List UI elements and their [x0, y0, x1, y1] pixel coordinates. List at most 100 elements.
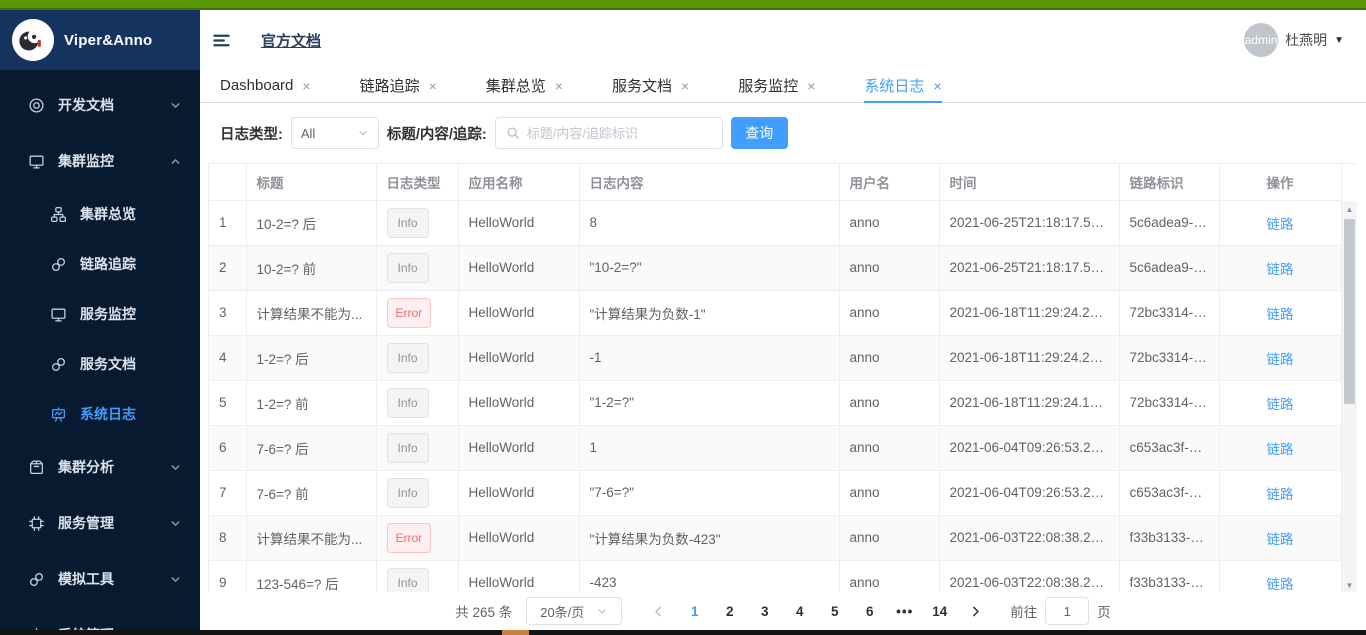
trace-id: f33b3133-6... [1119, 560, 1219, 592]
page-number[interactable]: 2 [716, 604, 743, 619]
close-icon[interactable]: × [429, 79, 437, 93]
tab-cluster-overview[interactable]: 集群总览× [486, 70, 563, 103]
user-name: anno [839, 335, 939, 380]
page-number[interactable]: 5 [821, 604, 848, 619]
row-index: 7 [209, 470, 246, 515]
scroll-down-icon[interactable]: ▼ [1342, 577, 1357, 592]
avatar[interactable]: admin [1244, 23, 1278, 57]
query-button[interactable]: 查询 [731, 117, 788, 149]
log-level-badge: Info [387, 478, 429, 508]
trace-link[interactable]: 链路 [1267, 487, 1294, 502]
trace-id: 5c6adea9-0... [1119, 245, 1219, 290]
log-title: 7-6=? 前 [246, 470, 376, 515]
log-level-badge: Error [387, 298, 432, 328]
brand[interactable]: Viper&Anno [0, 10, 200, 70]
log-content: -423 [579, 560, 839, 592]
user-menu[interactable]: admin 杜燕明 ▼ [1244, 23, 1344, 57]
tab-system-log[interactable]: 系统日志× [864, 70, 941, 103]
monitor-icon [50, 306, 67, 323]
official-docs-link[interactable]: 官方文档 [261, 30, 321, 51]
sidebar-item-cluster-monitor[interactable]: 集群监控 [0, 133, 200, 189]
total-count: 共 265 条 [455, 601, 512, 621]
sidebar-item-service-docs[interactable]: 服务文档 [0, 339, 200, 389]
log-level-badge: Error [387, 523, 432, 553]
log-level-cell: Info [376, 470, 458, 515]
page-number[interactable]: 1 [681, 604, 708, 619]
log-content: "计算结果为负数-423" [579, 515, 839, 560]
log-level-badge: Info [387, 568, 429, 593]
prev-page-button[interactable] [652, 605, 665, 618]
log-type-select[interactable]: All [291, 117, 379, 149]
column-header: 时间 [939, 164, 1119, 200]
log-title: 计算结果不能为... [246, 290, 376, 335]
row-index: 3 [209, 290, 246, 335]
column-header: 应用名称 [458, 164, 579, 200]
close-icon[interactable]: × [302, 79, 310, 93]
timestamp: 2021-06-03T22:08:38.239335 [939, 560, 1119, 592]
column-header: 日志类型 [376, 164, 458, 200]
table-row: 9123-546=? 后InfoHelloWorld-423anno2021-0… [209, 560, 1341, 592]
page-size-select[interactable]: 20条/页 [526, 597, 622, 625]
trace-link[interactable]: 链路 [1267, 262, 1294, 277]
trace-link[interactable]: 链路 [1267, 352, 1294, 367]
trace-link[interactable]: 链路 [1267, 532, 1294, 547]
action-cell: 链路 [1219, 515, 1341, 560]
app-name: HelloWorld [458, 425, 579, 470]
trace-link[interactable]: 链路 [1267, 577, 1294, 592]
sidebar-item-label: 服务管理 [58, 513, 169, 533]
scrollbar-thumb[interactable] [1344, 219, 1355, 404]
user-name: anno [839, 425, 939, 470]
sidebar-item-mock-tools[interactable]: 模拟工具 [0, 551, 200, 607]
log-type-label: 日志类型: [220, 123, 283, 144]
close-icon[interactable]: × [933, 79, 941, 93]
page-number[interactable]: 6 [856, 604, 883, 619]
brand-name: Viper&Anno [64, 32, 152, 49]
log-level-cell: Info [376, 200, 458, 245]
user-name: anno [839, 290, 939, 335]
hamburger-icon[interactable] [208, 27, 235, 54]
page-number[interactable]: 3 [751, 604, 778, 619]
trace-id: 5c6adea9-0... [1119, 200, 1219, 245]
close-icon[interactable]: × [807, 79, 815, 93]
jump-page-input[interactable] [1045, 597, 1089, 625]
more-pages-icon[interactable]: ••• [891, 604, 918, 619]
table-row: 41-2=? 后InfoHelloWorld-1anno2021-06-18T1… [209, 335, 1341, 380]
sidebar-item-trace[interactable]: 链路追踪 [0, 239, 200, 289]
table-scrollbar[interactable]: ▲ ▼ [1342, 201, 1357, 592]
timestamp: 2021-06-04T09:26:53.284887 [939, 470, 1119, 515]
log-content: -1 [579, 335, 839, 380]
sidebar: Viper&Anno 开发文档集群监控集群总览链路追踪服务监控服务文档系统日志集… [0, 10, 200, 635]
tab-trace[interactable]: 链路追踪× [360, 70, 437, 103]
next-page-button[interactable] [969, 605, 982, 618]
close-icon[interactable]: × [555, 79, 563, 93]
package-icon [28, 459, 45, 476]
tab-service-monitor[interactable]: 服务监控× [738, 70, 815, 103]
trace-link[interactable]: 链路 [1267, 397, 1294, 412]
trace-link[interactable]: 链路 [1267, 442, 1294, 457]
sidebar-item-service-management[interactable]: 服务管理 [0, 495, 200, 551]
search-input[interactable] [527, 126, 712, 141]
row-index: 6 [209, 425, 246, 470]
trace-link[interactable]: 链路 [1267, 217, 1294, 232]
page-number[interactable]: 4 [786, 604, 813, 619]
close-icon[interactable]: × [681, 79, 689, 93]
table-row: 77-6=? 前InfoHelloWorld"7-6=?"anno2021-06… [209, 470, 1341, 515]
tab-service-docs[interactable]: 服务文档× [612, 70, 689, 103]
log-title: 10-2=? 后 [246, 200, 376, 245]
timestamp: 2021-06-18T11:29:24.258778 [939, 335, 1119, 380]
log-content: "7-6=?" [579, 470, 839, 515]
trace-link[interactable]: 链路 [1267, 307, 1294, 322]
timestamp: 2021-06-04T09:26:53.291388 [939, 425, 1119, 470]
scroll-up-icon[interactable]: ▲ [1342, 201, 1357, 217]
row-index: 2 [209, 245, 246, 290]
page-number[interactable]: 14 [926, 604, 953, 619]
sidebar-item-cluster-overview[interactable]: 集群总览 [0, 189, 200, 239]
sidebar-item-cluster-analysis[interactable]: 集群分析 [0, 439, 200, 495]
sidebar-item-service-monitor[interactable]: 服务监控 [0, 289, 200, 339]
tab-dashboard[interactable]: Dashboard× [220, 70, 311, 103]
table-row: 51-2=? 前InfoHelloWorld"1-2=?"anno2021-06… [209, 380, 1341, 425]
sidebar-item-dev-docs[interactable]: 开发文档 [0, 77, 200, 133]
log-level-cell: Info [376, 560, 458, 592]
pagination: 共 265 条 20条/页 123456•••14 前往 页 [200, 592, 1366, 630]
sidebar-item-system-log[interactable]: 系统日志 [0, 389, 200, 439]
